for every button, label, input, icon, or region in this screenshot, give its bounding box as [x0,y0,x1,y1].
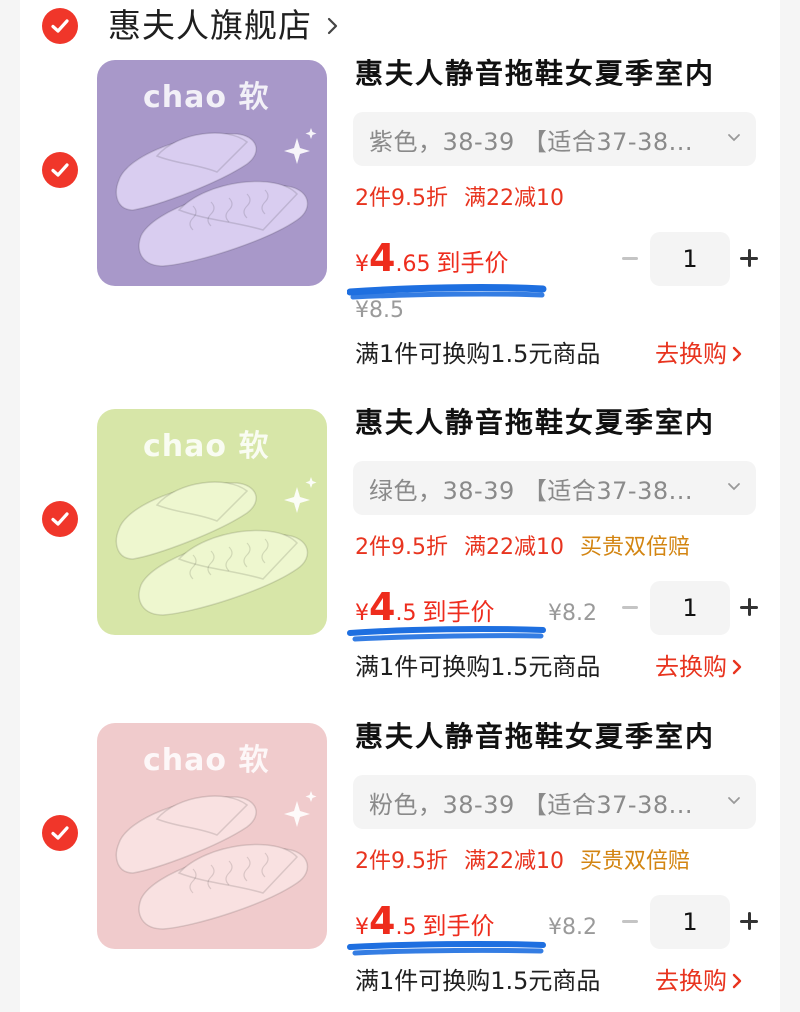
product-image[interactable]: chao 软 [97,723,327,949]
sku-text: 绿色，38-39 【适合37-38... [369,476,693,505]
product-title[interactable]: 惠夫人静音拖鞋女夏季室内 [355,56,715,92]
highlight-scribble [347,940,546,956]
promo-tag: 2件9.5折 [355,535,448,560]
price-label: 到手价 [436,249,509,277]
quantity-input[interactable]: 1 [650,895,730,949]
quantity-stepper: 1 [620,895,770,949]
decrease-button[interactable] [620,909,640,933]
final-price: ¥ 4 .5 到手价 [355,587,494,627]
increase-button[interactable] [738,595,760,619]
promo-tag: 2件9.5折 [355,186,448,211]
product-title[interactable]: 惠夫人静音拖鞋女夏季室内 [355,405,715,441]
quantity-stepper: 1 [620,232,770,286]
store-card: 惠夫人旗舰店 chao 软 惠夫人静音拖鞋女夏季室内 紫色，38-39 【适合3… [20,0,780,1012]
promo-tag: 2件9.5折 [355,849,448,874]
minus-icon [622,606,638,609]
promo-tags: 2件9.5折 满22减10 [355,182,564,216]
final-price: ¥ 4 .5 到手价 [355,901,494,941]
price-major: 4 [369,585,396,629]
price-minor: .65 [395,252,431,277]
decrease-button[interactable] [620,246,640,270]
right-gutter [780,0,800,1012]
item-select-checkbox[interactable] [42,152,78,188]
product-title[interactable]: 惠夫人静音拖鞋女夏季室内 [355,719,715,755]
sku-selector[interactable]: 紫色，38-39 【适合37-38... [353,112,756,166]
promo-tag: 满22减10 [464,186,564,211]
decrease-button[interactable] [620,595,640,619]
guarantee-tag: 买贵双倍赔 [580,849,691,874]
promo-tag: 满22减10 [464,849,564,874]
sku-selector[interactable]: 绿色，38-39 【适合37-38... [353,461,756,515]
price-major: 4 [369,236,396,280]
guarantee-tag: 买贵双倍赔 [580,535,691,560]
swap-offer-text: 满1件可换购1.5元商品 [355,967,601,995]
original-price: ¥8.2 [548,915,597,940]
product-image[interactable]: chao 软 [97,409,327,635]
minus-icon [622,257,638,260]
item-select-checkbox[interactable] [42,815,78,851]
minus-icon [622,920,638,923]
promo-tags: 2件9.5折 满22减10 买贵双倍赔 [355,845,690,879]
image-caption: chao 软 [143,80,270,115]
increase-button[interactable] [738,909,760,933]
chevron-down-icon [728,134,740,142]
quantity-stepper: 1 [620,581,770,635]
cart-item: chao 软 惠夫人静音拖鞋女夏季室内 绿色，38-39 【适合37-38...… [20,349,780,681]
highlight-scribble [347,626,546,642]
price-major: 4 [369,899,396,943]
swap-link[interactable]: 去换购 [655,963,743,999]
promo-tag: 满22减10 [464,535,564,560]
price-label: 到手价 [422,912,495,940]
cart-item: chao 软 惠夫人静音拖鞋女夏季室内 紫色，38-39 【适合37-38...… [20,0,780,368]
quantity-input[interactable]: 1 [650,232,730,286]
chevron-down-icon [728,797,740,805]
item-select-checkbox[interactable] [42,501,78,537]
check-icon [51,826,69,840]
image-caption: chao 软 [143,429,270,464]
sku-text: 紫色，38-39 【适合37-38... [369,127,693,156]
sku-text: 粉色，38-39 【适合37-38... [369,790,693,819]
product-image[interactable]: chao 软 [97,60,327,286]
chevron-down-icon [728,483,740,491]
check-icon [51,163,69,177]
quantity-input[interactable]: 1 [650,581,730,635]
currency-symbol: ¥ [355,252,369,277]
check-icon [51,512,69,526]
swap-link-label: 去换购 [655,967,727,995]
final-price: ¥ 4 .65 到手价 [355,238,508,278]
original-price: ¥8.2 [548,601,597,626]
chevron-right-icon [732,973,742,989]
cart-item: chao 软 惠夫人静音拖鞋女夏季室内 粉色，38-39 【适合37-38...… [20,663,780,995]
image-caption: chao 软 [143,743,270,778]
left-gutter [0,0,20,1012]
increase-button[interactable] [738,246,760,270]
price-label: 到手价 [422,598,495,626]
original-price: ¥8.5 [355,298,404,323]
sku-selector[interactable]: 粉色，38-39 【适合37-38... [353,775,756,829]
promo-tags: 2件9.5折 满22减10 买贵双倍赔 [355,531,690,565]
